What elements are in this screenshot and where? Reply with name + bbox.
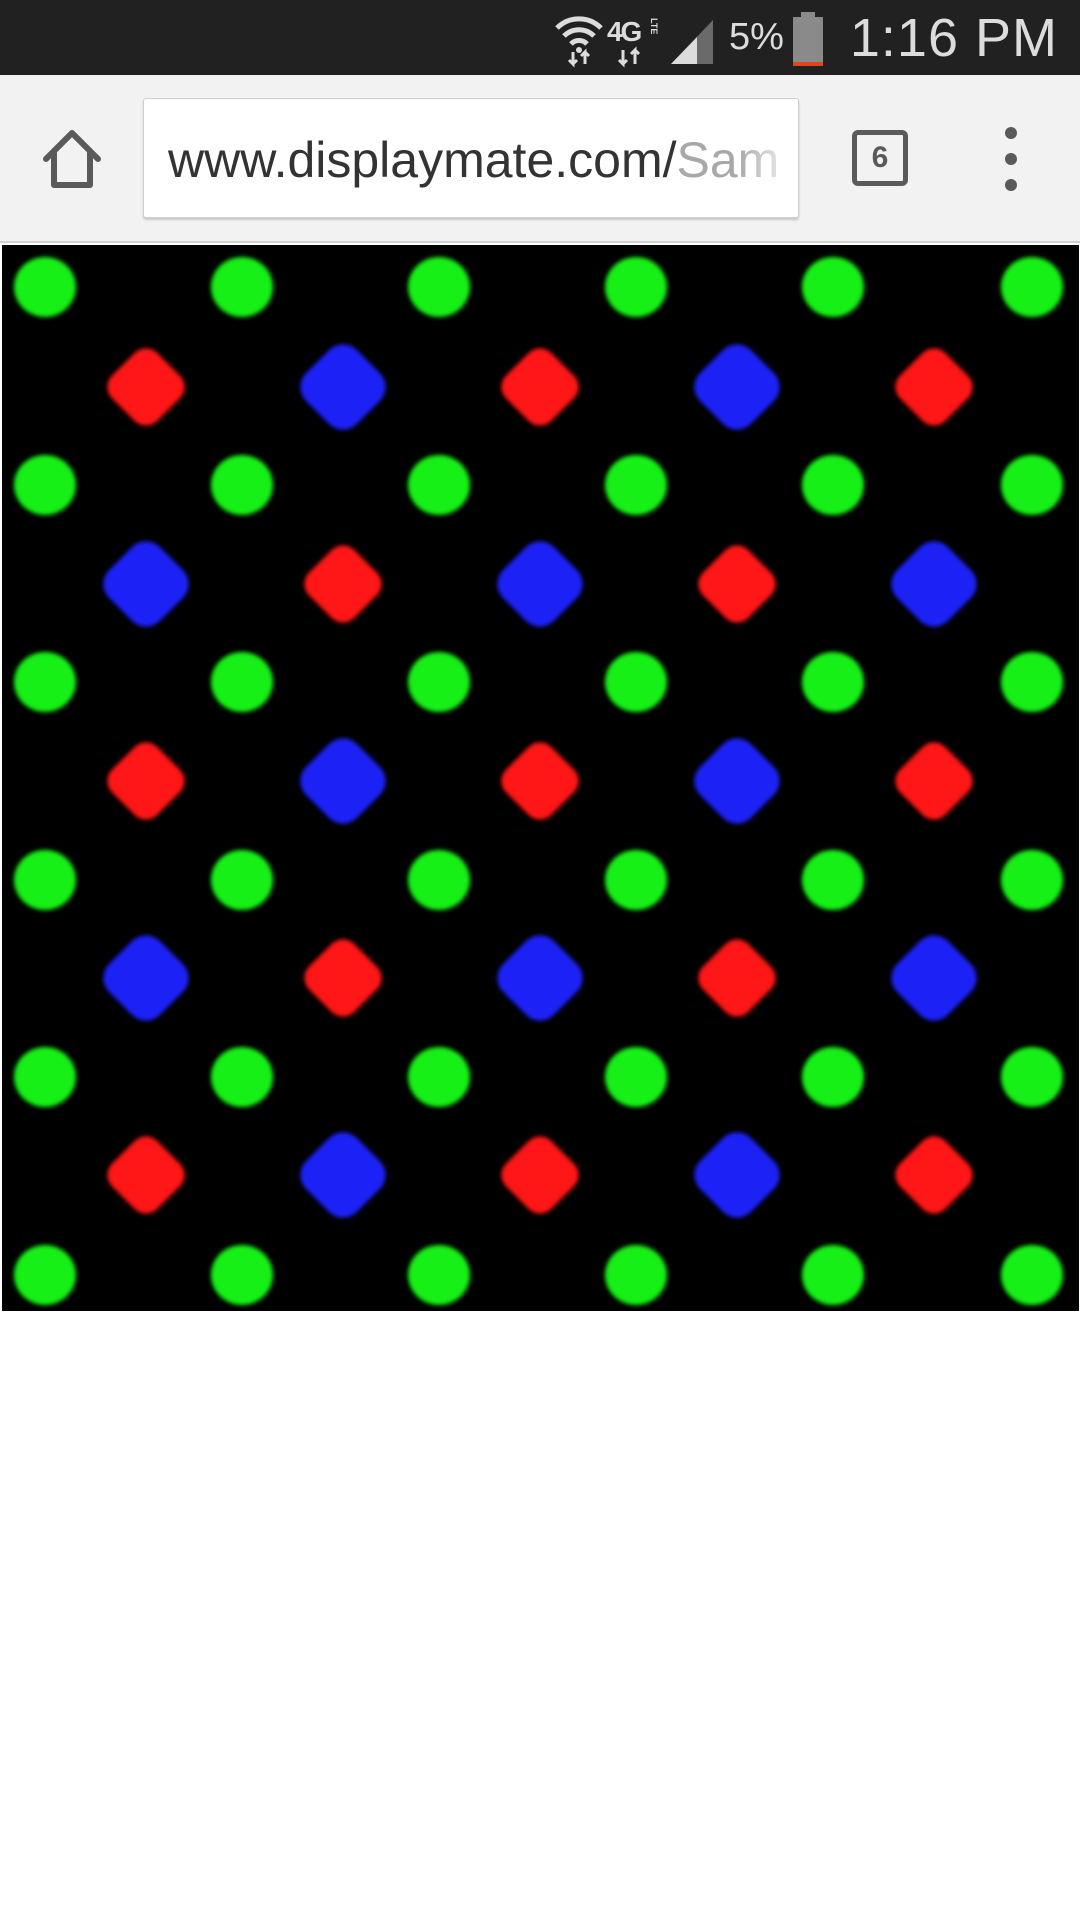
green-subpixel bbox=[605, 652, 667, 712]
green-subpixel bbox=[14, 850, 76, 910]
green-subpixel bbox=[211, 455, 273, 515]
green-subpixel bbox=[408, 850, 470, 910]
green-subpixel bbox=[802, 652, 864, 712]
green-subpixel bbox=[14, 455, 76, 515]
cell-signal-icon bbox=[667, 8, 717, 68]
url-fade-overlay bbox=[738, 99, 798, 217]
green-subpixel bbox=[1001, 1245, 1063, 1305]
green-subpixel bbox=[14, 652, 76, 712]
green-subpixel bbox=[1001, 455, 1063, 515]
green-subpixel bbox=[14, 1047, 76, 1107]
green-subpixel bbox=[211, 1047, 273, 1107]
menu-dot bbox=[1005, 179, 1017, 191]
url-bar[interactable]: www.displaymate.com/Sam bbox=[143, 98, 799, 218]
green-subpixel bbox=[211, 257, 273, 317]
green-subpixel bbox=[1001, 1047, 1063, 1107]
green-subpixel bbox=[408, 257, 470, 317]
clock: 1:16 PM bbox=[849, 7, 1058, 68]
green-subpixel bbox=[802, 1047, 864, 1107]
green-subpixel bbox=[14, 257, 76, 317]
menu-dot bbox=[1005, 153, 1017, 165]
green-subpixel bbox=[802, 1245, 864, 1305]
green-subpixel bbox=[802, 850, 864, 910]
green-subpixel bbox=[408, 652, 470, 712]
green-subpixel bbox=[605, 455, 667, 515]
overflow-menu-icon[interactable] bbox=[990, 127, 1032, 191]
green-subpixel bbox=[408, 455, 470, 515]
green-subpixel bbox=[605, 1047, 667, 1107]
green-subpixel bbox=[1001, 652, 1063, 712]
green-subpixel bbox=[408, 1245, 470, 1305]
url-domain: www.displaymate.com/ bbox=[168, 132, 677, 188]
battery-low-icon bbox=[790, 8, 826, 68]
green-subpixel bbox=[802, 455, 864, 515]
battery-percent: 5% bbox=[728, 16, 784, 58]
browser-toolbar: www.displaymate.com/Sam 6 bbox=[0, 75, 1080, 243]
green-subpixel bbox=[14, 1245, 76, 1305]
green-subpixel bbox=[605, 850, 667, 910]
subpixel-pattern-image bbox=[2, 245, 1079, 1311]
menu-dot bbox=[1005, 127, 1017, 139]
tab-count: 6 bbox=[871, 141, 889, 174]
green-subpixel bbox=[211, 652, 273, 712]
green-subpixel bbox=[211, 1245, 273, 1305]
subpixel-pattern-svg bbox=[2, 245, 1079, 1311]
green-subpixel bbox=[408, 1047, 470, 1107]
wifi-icon bbox=[553, 8, 605, 68]
status-icons: 4G LTE 5% 1:16 PM bbox=[553, 0, 1080, 75]
home-button[interactable] bbox=[36, 123, 108, 195]
green-subpixel bbox=[211, 850, 273, 910]
green-subpixel bbox=[605, 1245, 667, 1305]
home-icon bbox=[43, 130, 101, 188]
green-subpixel bbox=[605, 257, 667, 317]
tab-switcher-icon[interactable]: 6 bbox=[852, 130, 908, 186]
green-subpixel bbox=[1001, 850, 1063, 910]
url-text: www.displaymate.com/Sam bbox=[168, 133, 779, 187]
green-subpixel bbox=[802, 257, 864, 317]
status-bar: 4G LTE 5% 1:16 PM bbox=[0, 0, 1080, 75]
lte-data-icon: 4G LTE bbox=[605, 8, 663, 68]
green-subpixel bbox=[1001, 257, 1063, 317]
